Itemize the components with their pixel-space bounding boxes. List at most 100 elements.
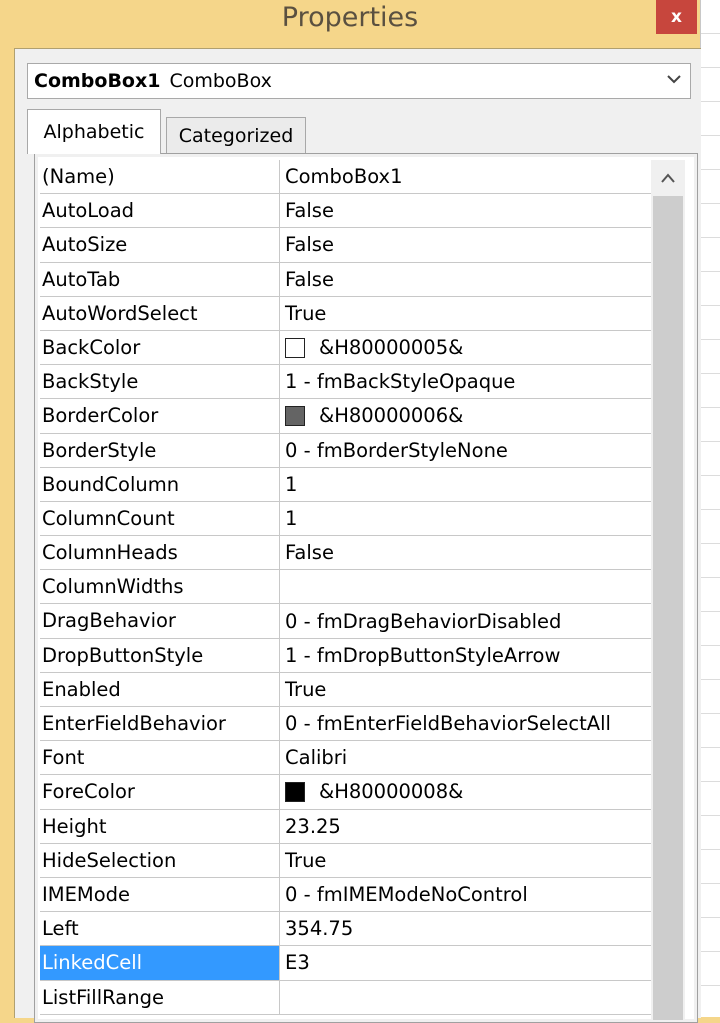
property-value[interactable]: 0 - fmIMEModeNoControl — [280, 878, 680, 911]
scroll-up-button[interactable] — [651, 160, 685, 196]
property-name[interactable]: BorderStyle — [40, 433, 280, 467]
property-name[interactable]: DragBehavior — [40, 604, 280, 638]
property-grid: (Name) ComboBox1 AutoLoad False AutoSize Fals… — [34, 153, 698, 1023]
property-row[interactable]: HideSelection True — [40, 843, 680, 878]
property-name[interactable]: DropButtonStyle — [40, 638, 280, 672]
scroll-thumb[interactable] — [653, 196, 683, 1020]
property-value[interactable]: Calibri — [280, 741, 680, 774]
property-row[interactable]: DragBehavior 0 - fmDragBehaviorDisabled — [40, 604, 680, 639]
property-row[interactable]: BorderColor &H80000006& — [40, 399, 680, 434]
property-value[interactable]: 23.25 — [280, 810, 680, 843]
property-value[interactable]: 1 - fmBackStyleOpaque — [280, 365, 680, 398]
property-row[interactable]: ColumnCount 1 — [40, 501, 680, 537]
property-value-text: True — [285, 677, 327, 701]
property-row[interactable]: ColumnWidths — [40, 570, 680, 605]
property-name[interactable]: LinkedCell — [40, 946, 280, 980]
tab-categorized[interactable]: Categorized — [166, 117, 306, 154]
property-name[interactable]: Left — [40, 912, 280, 946]
property-row[interactable]: Font Calibri — [40, 741, 680, 776]
property-row[interactable]: BackStyle 1 - fmBackStyleOpaque — [40, 365, 680, 400]
property-row[interactable]: BoundColumn 1 — [40, 467, 680, 502]
property-value[interactable]: True — [280, 297, 680, 330]
property-value[interactable]: &H80000005& — [280, 331, 680, 364]
property-row[interactable]: BorderStyle 0 - fmBorderStyleNone — [40, 433, 680, 468]
property-value[interactable]: False — [280, 536, 680, 569]
vertical-scrollbar[interactable] — [651, 160, 685, 1020]
property-name[interactable]: Font — [40, 741, 280, 775]
property-value[interactable]: False — [280, 228, 680, 261]
property-value[interactable]: True — [280, 844, 680, 877]
property-name[interactable]: AutoSize — [40, 228, 280, 262]
property-name[interactable]: ListFillRange — [40, 980, 280, 1014]
property-name[interactable]: BackColor — [40, 330, 280, 365]
property-value[interactable]: 0 - fmBorderStyleNone — [280, 434, 680, 467]
property-value[interactable] — [280, 570, 680, 603]
property-name[interactable]: BackStyle — [40, 365, 280, 399]
property-value[interactable]: &H80000008& — [280, 775, 680, 808]
property-row[interactable]: AutoWordSelect True — [40, 296, 680, 331]
property-row[interactable]: Height 23.25 — [40, 809, 680, 844]
object-name: ComboBox1 — [34, 70, 161, 92]
property-row[interactable]: (Name) ComboBox1 — [40, 160, 680, 195]
property-name[interactable]: IMEMode — [40, 877, 280, 912]
color-swatch — [285, 781, 305, 802]
property-row[interactable]: Left 354.75 — [40, 912, 680, 947]
property-name[interactable]: (Name) — [40, 160, 280, 194]
property-value[interactable]: 0 - fmEnterFieldBehaviorSelectAll — [280, 707, 680, 740]
property-row[interactable]: AutoLoad False — [40, 194, 680, 229]
property-row[interactable]: IMEMode 0 - fmIMEModeNoControl — [40, 877, 680, 913]
property-value-text: False — [285, 199, 334, 223]
property-row[interactable]: Enabled True — [40, 672, 680, 707]
close-icon: x — [671, 7, 682, 27]
property-name[interactable]: HideSelection — [40, 843, 280, 877]
property-name[interactable]: AutoTab — [40, 262, 280, 296]
property-value[interactable]: 1 - fmDropButtonStyleArrow — [280, 639, 680, 672]
property-row[interactable]: ColumnHeads False — [40, 536, 680, 571]
property-value-text: 1 — [285, 472, 298, 496]
property-name[interactable]: ColumnHeads — [40, 536, 280, 570]
property-value[interactable]: 354.75 — [280, 912, 680, 945]
property-value-text: True — [285, 301, 327, 325]
tab-alphabetic[interactable]: Alphabetic — [27, 109, 161, 154]
property-value[interactable]: &H80000006& — [280, 399, 680, 432]
property-row[interactable]: ForeColor &H80000008& — [40, 775, 680, 810]
property-row[interactable]: DropButtonStyle 1 - fmDropButtonStyleArro… — [40, 638, 680, 673]
property-name[interactable]: AutoLoad — [40, 194, 280, 228]
property-row[interactable]: BackColor &H80000005& — [40, 330, 680, 366]
close-button[interactable]: x — [656, 0, 697, 34]
property-value[interactable]: E3 — [280, 946, 680, 979]
property-row[interactable]: LinkedCell E3 — [40, 946, 680, 981]
property-value-text: &H80000005& — [319, 336, 464, 360]
property-name[interactable]: Height — [40, 809, 280, 843]
property-value-text: 0 - fmBorderStyleNone — [285, 438, 508, 462]
title-bar[interactable]: Properties x — [0, 0, 700, 40]
property-name[interactable]: Enabled — [40, 672, 280, 706]
property-value-text: True — [285, 848, 327, 872]
property-row[interactable]: AutoSize False — [40, 228, 680, 263]
property-name[interactable]: EnterFieldBehavior — [40, 707, 280, 741]
spreadsheet-background — [700, 0, 720, 1017]
property-value-text: 1 - fmDropButtonStyleArrow — [285, 643, 561, 667]
property-value-text: Calibri — [285, 746, 348, 770]
property-value[interactable]: ComboBox1 — [280, 160, 680, 193]
property-value[interactable]: True — [280, 673, 680, 706]
property-value[interactable]: 1 — [280, 468, 680, 501]
object-selector[interactable]: ComboBox1 ComboBox — [27, 63, 691, 99]
property-value[interactable] — [280, 981, 680, 1014]
property-row[interactable]: EnterFieldBehavior 0 - fmEnterFieldBehavi… — [40, 707, 680, 742]
property-value[interactable]: False — [280, 263, 680, 296]
property-value[interactable]: False — [280, 194, 680, 227]
property-value[interactable]: 0 - fmDragBehaviorDisabled — [280, 604, 680, 637]
property-name[interactable]: AutoWordSelect — [40, 296, 280, 330]
property-name[interactable]: BoundColumn — [40, 467, 280, 501]
property-value-text: ComboBox1 — [285, 165, 403, 189]
chevron-down-icon[interactable] — [666, 71, 682, 91]
window-title: Properties — [281, 2, 419, 33]
property-name[interactable]: ColumnWidths — [40, 570, 280, 604]
property-value[interactable]: 1 — [280, 502, 680, 535]
property-name[interactable]: ForeColor — [40, 775, 280, 809]
property-name[interactable]: BorderColor — [40, 399, 280, 433]
property-row[interactable]: ListFillRange — [40, 980, 680, 1015]
property-row[interactable]: AutoTab False — [40, 262, 680, 297]
property-name[interactable]: ColumnCount — [40, 501, 280, 536]
